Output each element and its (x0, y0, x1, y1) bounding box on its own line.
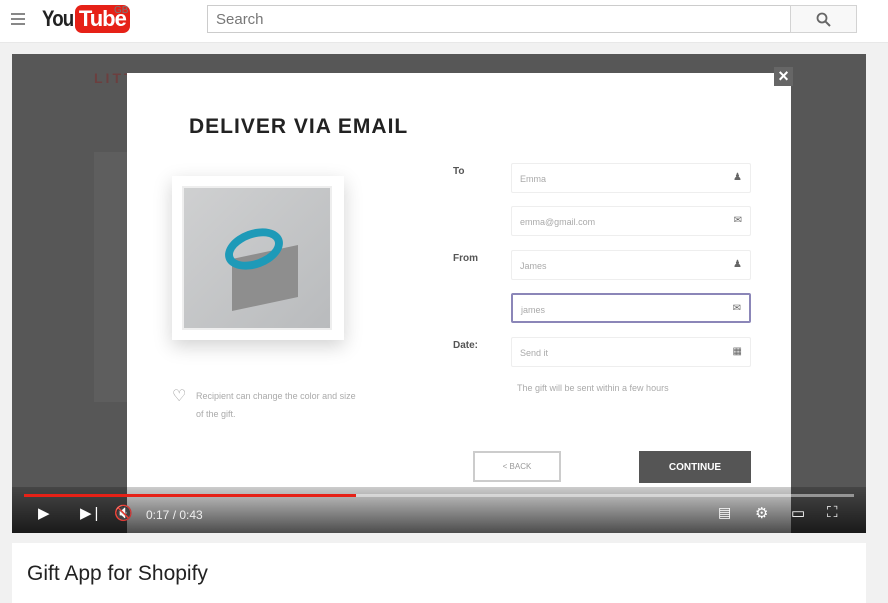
gift-email-modal: DELIVER VIA EMAIL ♡ Recipient can change… (127, 73, 791, 533)
theater-mode-icon[interactable]: ▭ (791, 504, 805, 522)
hamburger-menu-icon[interactable] (11, 13, 25, 25)
video-info: Gift App for Shopify (12, 543, 866, 603)
field-placeholder: Send it (520, 348, 549, 358)
to-email-field[interactable]: emma@gmail.com ✉ (511, 206, 751, 236)
field-value: james (521, 305, 546, 315)
search-icon (816, 12, 831, 27)
to-label: To (453, 166, 465, 177)
subtitles-icon[interactable]: ▤ (718, 504, 731, 521)
video-player[interactable]: LITT DELIVER VIA EMAIL ♡ Recipient can c… (12, 54, 866, 533)
recipient-note: Recipient can change the color and size … (196, 391, 356, 419)
to-name-field[interactable]: Emma ♟ (511, 163, 751, 193)
from-name-field[interactable]: James ♟ (511, 250, 751, 280)
progress-bar[interactable] (24, 494, 854, 497)
close-icon[interactable]: × (774, 67, 793, 86)
delivery-hint: The gift will be sent within a few hours (517, 383, 669, 393)
calendar-icon: ▦ (732, 346, 742, 357)
settings-gear-icon[interactable]: ⚙ (755, 504, 768, 522)
from-email-field[interactable]: james ✉ (511, 293, 751, 323)
person-icon: ♟ (733, 259, 742, 270)
from-label: From (453, 253, 478, 264)
region-label: GB (114, 5, 129, 16)
masthead: You Tube GB Search (0, 0, 888, 43)
time-display: 0:17 / 0:43 (146, 508, 203, 522)
modal-title: DELIVER VIA EMAIL (189, 115, 409, 138)
next-icon[interactable]: ▶ | (80, 504, 98, 522)
mute-icon[interactable]: 🔇 (114, 504, 133, 522)
date-field[interactable]: Send it ▦ (511, 337, 751, 367)
play-icon[interactable]: ▶ (38, 504, 50, 522)
envelope-icon: ✉ (732, 303, 741, 314)
field-value: emma@gmail.com (520, 217, 596, 227)
video-title: Gift App for Shopify (27, 562, 208, 585)
fullscreen-icon[interactable]: ⛶ (827, 504, 838, 521)
heart-icon: ♡ (172, 388, 187, 405)
field-value: Emma (520, 174, 547, 184)
search-input[interactable]: Search (207, 5, 791, 33)
back-button[interactable]: < BACK (473, 451, 561, 482)
field-value: James (520, 261, 547, 271)
search-button[interactable] (790, 5, 857, 33)
envelope-icon: ✉ (733, 215, 742, 226)
logo-you: You (42, 6, 74, 31)
person-icon: ♟ (733, 172, 742, 183)
continue-button[interactable]: CONTINUE (639, 451, 751, 483)
progress-fill (24, 494, 356, 497)
date-label: Date: (453, 340, 479, 351)
product-photo (172, 176, 344, 340)
